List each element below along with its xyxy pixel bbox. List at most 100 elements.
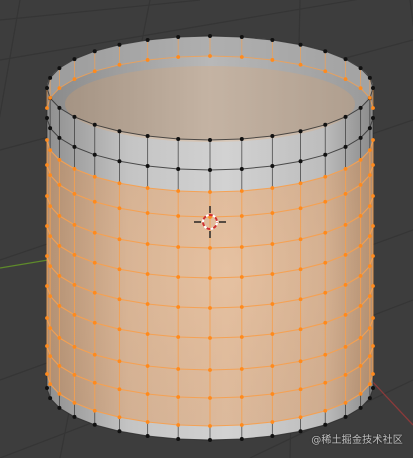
- vertex-selected: [323, 320, 328, 325]
- vertex-selected: [145, 211, 150, 215]
- vertex-selected: [371, 284, 375, 288]
- vertex-selected: [367, 326, 372, 331]
- vertex-selected: [358, 86, 363, 91]
- vertex: [343, 414, 348, 419]
- vertex-selected: [358, 213, 363, 218]
- vertex: [323, 422, 328, 427]
- vertex-selected: [371, 194, 375, 198]
- vertex-selected: [92, 408, 97, 413]
- vertex: [270, 134, 275, 139]
- vertex: [343, 144, 348, 149]
- vertex-selected: [298, 181, 303, 186]
- watermark: @稀土掘金技术社区: [311, 435, 403, 446]
- vertex-selected: [57, 157, 62, 162]
- vertex-selected: [117, 267, 122, 272]
- vertex-selected: [343, 400, 348, 405]
- vertex-selected: [270, 211, 275, 215]
- vertex-selected: [92, 352, 97, 357]
- vertex-selected: [145, 186, 150, 190]
- vertex: [117, 129, 122, 134]
- vertex-selected: [270, 392, 275, 396]
- vertex-selected: [367, 264, 372, 269]
- vertex: [176, 437, 181, 442]
- vertex-selected: [371, 254, 375, 258]
- vertex: [358, 105, 363, 110]
- vertex-selected: [239, 423, 244, 427]
- vertex-selected: [323, 408, 328, 413]
- vertex-selected: [145, 272, 150, 276]
- vertex-selected: [176, 305, 181, 309]
- vertex-selected: [57, 391, 62, 396]
- vertex-selected: [48, 204, 53, 209]
- vertex-selected: [367, 382, 372, 387]
- vertex: [371, 386, 375, 390]
- vertex-selected: [270, 420, 275, 424]
- vertex: [176, 137, 181, 142]
- vertex-selected: [371, 372, 375, 376]
- vertex: [371, 86, 375, 90]
- vertex-selected: [298, 359, 303, 364]
- vertex: [57, 105, 62, 110]
- vertex-selected: [298, 327, 303, 332]
- vertex-selected: [270, 302, 275, 306]
- vertex-selected: [208, 396, 212, 400]
- vertex: [117, 429, 122, 434]
- vertex-selected: [145, 392, 150, 396]
- viewport-scene[interactable]: [0, 0, 413, 458]
- vertex-selected: [117, 359, 122, 364]
- vertex: [72, 114, 77, 119]
- vertex-selected: [72, 77, 77, 82]
- vertex: [239, 34, 244, 39]
- vertex: [270, 434, 275, 439]
- vertex-selected: [92, 320, 97, 325]
- vertex-selected: [358, 391, 363, 396]
- vertex: [92, 49, 97, 54]
- vertex-selected: [270, 242, 275, 246]
- vertex-selected: [208, 336, 212, 340]
- vertex: [92, 152, 97, 157]
- vertex-selected: [92, 290, 97, 295]
- vertex-selected: [270, 332, 275, 336]
- vertex-selected: [48, 354, 53, 359]
- vertex: [239, 137, 244, 142]
- vertex-selected: [48, 95, 53, 100]
- vertex: [358, 66, 363, 71]
- vertex-selected: [48, 382, 53, 387]
- vertex-selected: [92, 69, 97, 74]
- vertex: [48, 126, 53, 131]
- vertex: [72, 57, 77, 62]
- grid-line: [0, 0, 201, 21]
- vertex-selected: [57, 213, 62, 218]
- vertex: [176, 167, 181, 172]
- vertex-selected: [298, 297, 303, 302]
- vertex-selected: [92, 174, 97, 179]
- vertex-selected: [367, 234, 372, 239]
- vertex-selected: [323, 199, 328, 204]
- vertex-selected: [343, 252, 348, 257]
- vertex-selected: [72, 166, 77, 171]
- 3d-viewport[interactable]: @稀土掘金技术社区: [0, 0, 413, 458]
- vertex-selected: [239, 275, 244, 279]
- vertex-selected: [239, 55, 244, 59]
- vertex-selected: [208, 54, 212, 58]
- vertex-selected: [72, 222, 77, 227]
- vertex-selected: [48, 148, 53, 153]
- vertex-selected: [48, 173, 53, 178]
- vertex-selected: [72, 191, 77, 196]
- vertex: [176, 34, 181, 39]
- vertex-selected: [358, 363, 363, 368]
- vertex-selected: [239, 395, 244, 399]
- vertex-selected: [57, 335, 62, 340]
- vertex-selected: [343, 282, 348, 287]
- vertex: [298, 159, 303, 164]
- vertex-selected: [343, 312, 348, 317]
- vertex: [367, 75, 372, 80]
- vertex-selected: [343, 344, 348, 349]
- vertex-selected: [367, 294, 372, 299]
- vertex-selected: [72, 344, 77, 349]
- vertex-selected: [239, 305, 244, 309]
- vertex-selected: [117, 181, 122, 186]
- vertex: [145, 37, 150, 42]
- vertex-selected: [176, 335, 181, 339]
- vertex: [343, 57, 348, 62]
